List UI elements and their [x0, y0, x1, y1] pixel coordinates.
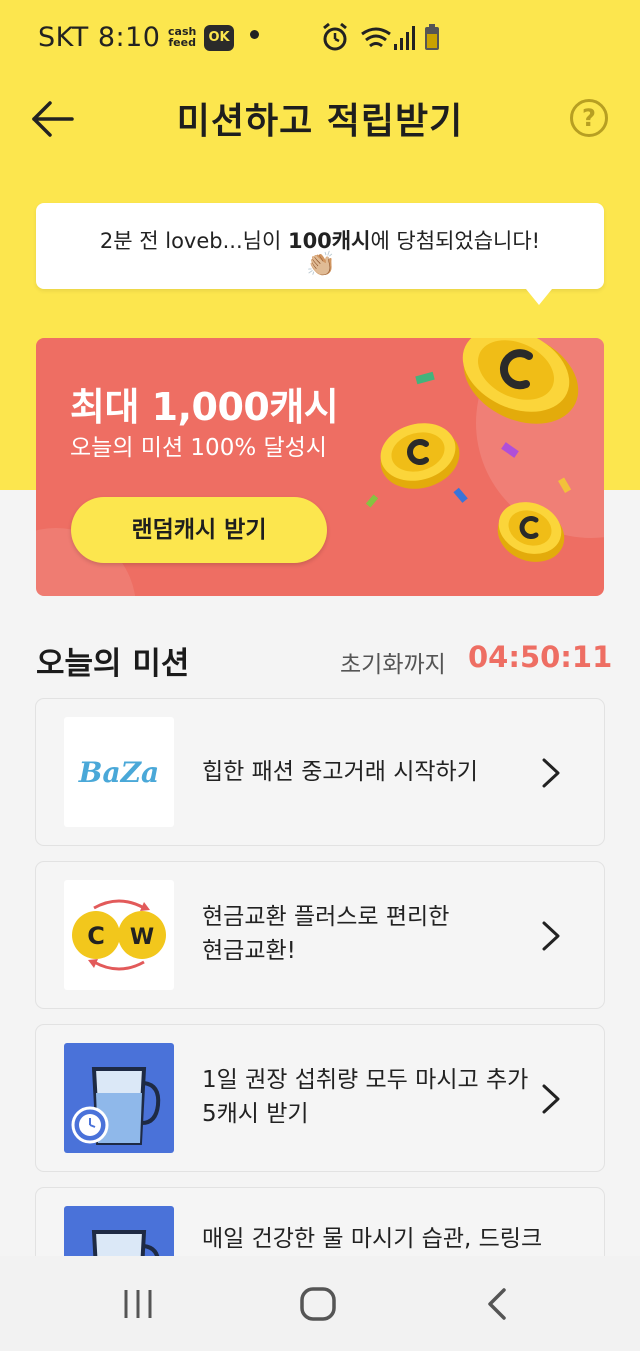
promo-subline: 오늘의 미션 100% 달성시: [70, 435, 327, 461]
mission-title: 1일 권장 섭취량 모두 마시고 추가 5캐시 받기: [202, 1063, 562, 1131]
status-bar: SKT 8:10 cash feed OK: [0, 0, 640, 78]
back-nav-icon[interactable]: [482, 1284, 512, 1324]
random-cash-button[interactable]: 랜덤캐시 받기: [71, 497, 327, 563]
mission-title-line1: 1일 권장 섭취량 모두 마시고 추가: [202, 1067, 529, 1093]
status-icons: [323, 22, 439, 51]
reset-label: 초기화까지: [340, 652, 446, 678]
mission-title: 매일 건강한 물 마시기 습관, 드링크: [202, 1226, 543, 1252]
mission-thumbnail: [64, 1043, 174, 1153]
mission-title: 현금교환 플러스로 편리한 현금교환!: [202, 900, 562, 968]
chevron-right-icon: [542, 758, 560, 788]
wifi-icon: [361, 27, 391, 48]
cashfeed-badge: cash feed: [168, 25, 197, 49]
winner-toast: 2분 전 loveb...님이 100캐시에 당첨되었습니다! 👏🏼: [36, 203, 604, 305]
battery-icon: [425, 24, 439, 50]
system-nav-bar: [0, 1256, 640, 1351]
coins-illustration: [365, 338, 579, 562]
mission-card[interactable]: 1일 권장 섭취량 모두 마시고 추가 5캐시 받기: [35, 1024, 605, 1172]
missions-title: 오늘의 미션: [36, 646, 190, 682]
baza-logo: BaZa: [78, 756, 159, 789]
chevron-right-icon: [542, 921, 560, 951]
coin-icon: [462, 338, 579, 424]
svg-text:C: C: [87, 922, 105, 950]
alarm-icon: [323, 22, 347, 51]
reset-timer: 04:50:11: [468, 640, 613, 674]
promo-banner[interactable]: 최대 1,000캐시 오늘의 미션 100% 달성시 랜덤캐시 받기: [36, 338, 604, 596]
chevron-right-icon: [542, 1084, 560, 1114]
signal-icon: [394, 26, 415, 50]
ok-badge: OK: [204, 25, 234, 51]
svg-text:W: W: [130, 925, 154, 950]
coin-icon: [380, 423, 460, 489]
cash-exchange-logo: C W: [72, 899, 166, 971]
coin-icon: [497, 502, 565, 562]
promo-headline: 최대 1,000캐시: [70, 385, 339, 429]
mission-thumbnail: C W: [64, 880, 174, 990]
mission-title-line2: 5캐시 받기: [202, 1101, 309, 1127]
alarm-clock-icon: [71, 1106, 109, 1144]
recent-apps-icon[interactable]: [118, 1284, 158, 1324]
clap-emoji: 👏🏼: [306, 250, 336, 278]
mission-card[interactable]: C W 현금교환 플러스로 편리한 현금교환!: [35, 861, 605, 1009]
mission-card[interactable]: BaZa 힙한 패션 중고거래 시작하기: [35, 698, 605, 846]
help-icon[interactable]: ?: [570, 99, 608, 137]
home-icon[interactable]: [296, 1284, 340, 1324]
carrier-time: SKT 8:10: [38, 22, 161, 53]
water-cup-icon: [71, 1067, 161, 1145]
mission-title: 힙한 패션 중고거래 시작하기: [202, 759, 478, 785]
mission-title-line1: 현금교환 플러스로 편리한: [202, 904, 450, 930]
mission-title-line2: 현금교환!: [202, 938, 296, 964]
svg-text:BaZa: BaZa: [78, 756, 159, 789]
mission-thumbnail: BaZa: [64, 717, 174, 827]
page-title: 미션하고 적립받기: [176, 101, 464, 142]
notification-dot: [250, 30, 259, 39]
